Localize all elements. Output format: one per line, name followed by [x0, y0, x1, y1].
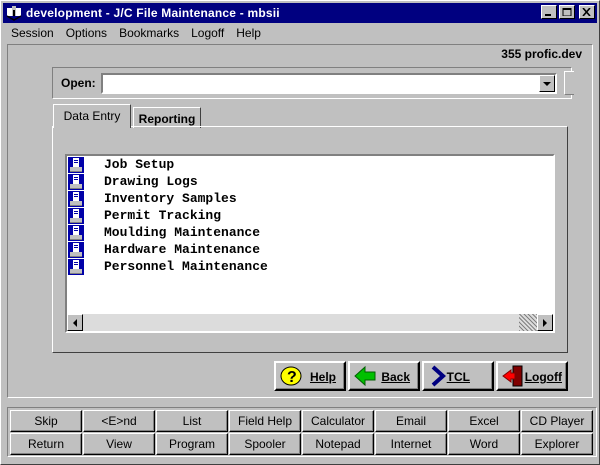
menu-bookmarks[interactable]: Bookmarks	[113, 26, 185, 40]
open-combobox[interactable]	[101, 73, 557, 94]
tab-data-entry[interactable]: Data Entry	[53, 104, 131, 128]
menu-logoff[interactable]: Logoff	[185, 26, 230, 40]
list-item-label: Permit Tracking	[104, 208, 222, 223]
program-listbox[interactable]: Job Setup Drawing Logs Inventory Samples	[65, 154, 555, 333]
question-icon: ?	[279, 364, 303, 388]
fkey-program[interactable]: Program	[156, 433, 228, 455]
size-grip[interactable]	[519, 314, 537, 331]
document-program-icon	[68, 258, 84, 275]
tcl-button[interactable]: TCL	[422, 361, 494, 391]
fkey-internet[interactable]: Internet	[375, 433, 447, 455]
fkey-notepad[interactable]: Notepad	[302, 433, 374, 455]
open-panel: Open:	[52, 67, 572, 99]
list-item[interactable]: Permit Tracking	[67, 207, 553, 224]
scroll-left-button[interactable]	[67, 314, 83, 331]
open-extra-button[interactable]	[564, 71, 574, 95]
fkey-cd-player[interactable]: CD Player	[521, 410, 593, 432]
list-item[interactable]: Hardware Maintenance	[67, 241, 553, 258]
menu-help[interactable]: Help	[230, 26, 267, 40]
list-content: Job Setup Drawing Logs Inventory Samples	[67, 156, 553, 314]
arrow-right-icon	[543, 319, 547, 327]
back-button[interactable]: Back	[348, 361, 420, 391]
document-program-icon	[68, 156, 84, 173]
list-item[interactable]: Personnel Maintenance	[67, 258, 553, 275]
document-program-icon	[68, 224, 84, 241]
app-icon[interactable]	[6, 5, 22, 21]
fkey-spooler[interactable]: Spooler	[229, 433, 301, 455]
main-area: 355 profic.dev Open: Data Entry Reportin…	[7, 44, 593, 398]
host-label: 355 profic.dev	[501, 47, 582, 61]
chevron-down-icon	[543, 82, 551, 86]
fkey-email[interactable]: Email	[375, 410, 447, 432]
help-button[interactable]: ? Help	[274, 361, 346, 391]
tab-reporting[interactable]: Reporting	[133, 107, 201, 128]
maximize-button[interactable]	[559, 5, 575, 19]
list-item-label: Hardware Maintenance	[104, 242, 261, 257]
document-program-icon	[68, 173, 84, 190]
tab-panel: Job Setup Drawing Logs Inventory Samples	[52, 126, 568, 353]
horizontal-scrollbar[interactable]	[67, 314, 553, 331]
back-arrow-icon	[353, 364, 377, 388]
title-bar[interactable]: development - J/C File Maintenance - mbs…	[3, 3, 597, 23]
logoff-label: Logoff	[524, 370, 562, 384]
document-program-icon	[68, 207, 84, 224]
list-item-label: Personnel Maintenance	[104, 259, 268, 274]
fkey-end[interactable]: <E>nd	[83, 410, 155, 432]
fkey-view[interactable]: View	[83, 433, 155, 455]
list-item-label: Drawing Logs	[104, 174, 198, 189]
menu-session[interactable]: Session	[5, 26, 60, 40]
list-item[interactable]: Drawing Logs	[67, 173, 553, 190]
list-item-label: Job Setup	[104, 157, 175, 172]
document-program-icon	[68, 190, 84, 207]
list-item[interactable]: Inventory Samples	[67, 190, 553, 207]
fkey-excel[interactable]: Excel	[448, 410, 520, 432]
open-label: Open:	[61, 76, 96, 90]
help-label: Help	[309, 370, 336, 384]
close-button[interactable]	[579, 5, 595, 19]
arrow-left-icon	[73, 319, 77, 327]
fkey-calculator[interactable]: Calculator	[302, 410, 374, 432]
tcl-label: TCL	[446, 370, 470, 384]
menu-options[interactable]: Options	[60, 26, 113, 40]
open-dropdown-button[interactable]	[539, 75, 555, 92]
list-item[interactable]: Job Setup	[67, 156, 553, 173]
fkey-field-help[interactable]: Field Help	[229, 410, 301, 432]
list-item-label: Moulding Maintenance	[104, 225, 261, 240]
function-key-panel: Skip <E>nd List Field Help Calculator Em…	[7, 407, 597, 457]
open-input[interactable]	[103, 75, 533, 92]
list-item-label: Inventory Samples	[104, 191, 237, 206]
window-title: development - J/C File Maintenance - mbs…	[26, 6, 280, 20]
exit-door-icon	[501, 364, 525, 388]
fkey-return[interactable]: Return	[10, 433, 82, 455]
back-label: Back	[381, 370, 410, 384]
scroll-right-button[interactable]	[537, 314, 553, 331]
logoff-button[interactable]: Logoff	[496, 361, 568, 391]
svg-text:?: ?	[287, 369, 297, 386]
fkey-word[interactable]: Word	[448, 433, 520, 455]
fkey-skip[interactable]: Skip	[10, 410, 82, 432]
app-window: development - J/C File Maintenance - mbs…	[0, 0, 600, 465]
minimize-button[interactable]	[541, 5, 557, 19]
document-program-icon	[68, 241, 84, 258]
list-item[interactable]: Moulding Maintenance	[67, 224, 553, 241]
menu-bar: Session Options Bookmarks Logoff Help	[5, 24, 267, 42]
fkey-list[interactable]: List	[156, 410, 228, 432]
fkey-explorer[interactable]: Explorer	[521, 433, 593, 455]
